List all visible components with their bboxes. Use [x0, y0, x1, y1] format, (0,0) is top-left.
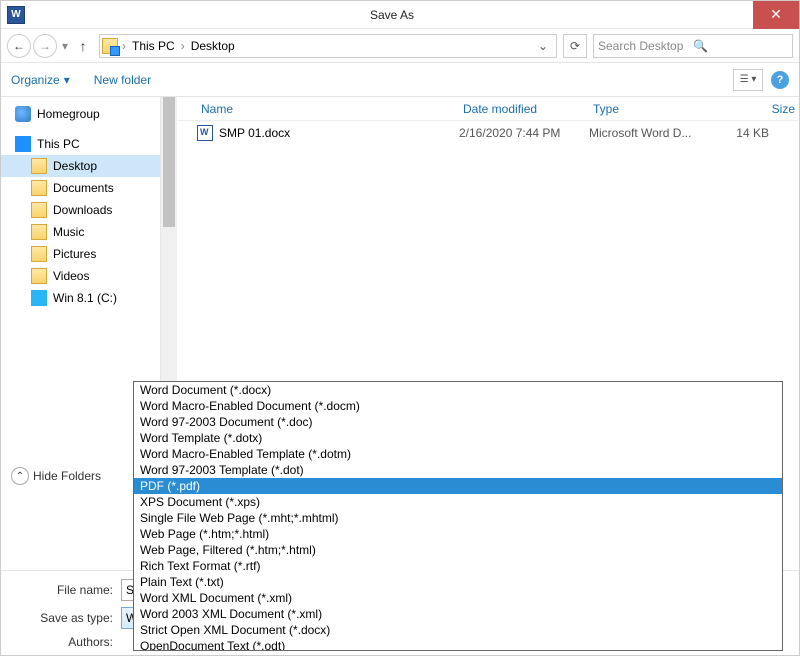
word-app-icon: W	[7, 6, 25, 24]
folder-icon	[31, 158, 47, 174]
folder-icon	[31, 202, 47, 218]
saveastype-dropdown-list[interactable]: Word Document (*.docx)Word Macro-Enabled…	[133, 381, 783, 651]
search-icon: 🔍	[693, 39, 788, 53]
new-folder-button[interactable]: New folder	[94, 73, 151, 87]
sidebar-item-videos[interactable]: Videos	[1, 265, 160, 287]
this-pc-icon	[15, 136, 31, 152]
breadcrumb-this-pc[interactable]: This PC	[128, 39, 179, 53]
authors-label: Authors:	[1, 635, 121, 649]
word-doc-icon	[197, 125, 213, 141]
saveastype-option[interactable]: Word Macro-Enabled Template (*.dotm)	[134, 446, 782, 462]
refresh-button[interactable]: ⟳	[563, 34, 587, 58]
chevron-up-icon: ⌃	[11, 467, 29, 485]
nav-history-dropdown[interactable]: ▾	[59, 39, 71, 53]
file-name: SMP 01.docx	[219, 126, 459, 140]
help-icon[interactable]: ?	[771, 71, 789, 89]
folder-icon	[31, 224, 47, 240]
saveastype-option[interactable]: Word 97-2003 Template (*.dot)	[134, 462, 782, 478]
address-bar[interactable]: › This PC › Desktop ⌄	[99, 34, 557, 58]
navigation-bar: ← → ▾ ↑ › This PC › Desktop ⌄ ⟳ Search D…	[1, 29, 799, 63]
chevron-right-icon[interactable]: ›	[179, 39, 187, 53]
titlebar: W Save As ✕	[1, 1, 799, 29]
saveastype-option[interactable]: Single File Web Page (*.mht;*.mhtml)	[134, 510, 782, 526]
saveastype-option[interactable]: Word XML Document (*.xml)	[134, 590, 782, 606]
file-date: 2/16/2020 7:44 PM	[459, 126, 589, 140]
dialog-toolbar: Organize ▾ New folder ☰ ▾ ?	[1, 63, 799, 97]
saveastype-option[interactable]: OpenDocument Text (*.odt)	[134, 638, 782, 651]
column-header-type[interactable]: Type	[589, 102, 719, 116]
saveastype-label: Save as type:	[1, 611, 121, 625]
column-header-name[interactable]: Name	[197, 102, 459, 116]
file-size: 14 KB	[719, 126, 799, 140]
drive-icon	[31, 290, 47, 306]
close-button[interactable]: ✕	[753, 1, 799, 29]
sidebar-item-this-pc[interactable]: This PC	[1, 133, 160, 155]
saveastype-option[interactable]: Strict Open XML Document (*.docx)	[134, 622, 782, 638]
search-input[interactable]: Search Desktop 🔍	[593, 34, 793, 58]
folder-icon	[31, 246, 47, 262]
sidebar-item-win81[interactable]: Win 8.1 (C:)	[1, 287, 160, 309]
sidebar-item-homegroup[interactable]: Homegroup	[1, 103, 160, 125]
file-type: Microsoft Word D...	[589, 126, 719, 140]
organize-menu[interactable]: Organize ▾	[11, 73, 70, 87]
saveastype-option[interactable]: Web Page (*.htm;*.html)	[134, 526, 782, 542]
column-header-size[interactable]: Size	[719, 102, 799, 116]
folder-icon	[102, 38, 118, 54]
nav-up-button[interactable]: ↑	[73, 38, 93, 54]
chevron-down-icon: ▾	[64, 73, 70, 87]
homegroup-icon	[15, 106, 31, 122]
saveastype-option[interactable]: Word Template (*.dotx)	[134, 430, 782, 446]
sidebar-item-desktop[interactable]: Desktop	[1, 155, 160, 177]
search-placeholder: Search Desktop	[598, 39, 693, 53]
sidebar-item-pictures[interactable]: Pictures	[1, 243, 160, 265]
sidebar-item-downloads[interactable]: Downloads	[1, 199, 160, 221]
file-row[interactable]: SMP 01.docx 2/16/2020 7:44 PM Microsoft …	[177, 121, 799, 145]
nav-back-button[interactable]: ←	[7, 34, 31, 58]
saveastype-option[interactable]: PDF (*.pdf)	[134, 478, 782, 494]
hide-folders-button[interactable]: ⌃ Hide Folders	[11, 467, 101, 485]
folder-icon	[31, 180, 47, 196]
window-title: Save As	[31, 8, 753, 22]
column-headers: Name Date modified Type Size	[177, 97, 799, 121]
folder-icon	[31, 268, 47, 284]
sidebar-item-music[interactable]: Music	[1, 221, 160, 243]
view-options-button[interactable]: ☰ ▾	[733, 69, 763, 91]
scrollbar-thumb[interactable]	[163, 97, 175, 227]
breadcrumb-desktop[interactable]: Desktop	[187, 39, 239, 53]
saveastype-option[interactable]: Word 2003 XML Document (*.xml)	[134, 606, 782, 622]
chevron-right-icon[interactable]: ›	[120, 39, 128, 53]
sidebar-item-documents[interactable]: Documents	[1, 177, 160, 199]
saveastype-option[interactable]: Web Page, Filtered (*.htm;*.html)	[134, 542, 782, 558]
saveastype-option[interactable]: Rich Text Format (*.rtf)	[134, 558, 782, 574]
save-as-dialog: W Save As ✕ ← → ▾ ↑ › This PC › Desktop …	[0, 0, 800, 656]
nav-forward-button[interactable]: →	[33, 34, 57, 58]
address-dropdown[interactable]: ⌄	[532, 39, 554, 53]
saveastype-option[interactable]: Word Macro-Enabled Document (*.docm)	[134, 398, 782, 414]
filename-label: File name:	[1, 583, 121, 597]
saveastype-option[interactable]: Word 97-2003 Document (*.doc)	[134, 414, 782, 430]
saveastype-option[interactable]: Plain Text (*.txt)	[134, 574, 782, 590]
column-header-date[interactable]: Date modified	[459, 102, 589, 116]
saveastype-option[interactable]: Word Document (*.docx)	[134, 382, 782, 398]
saveastype-option[interactable]: XPS Document (*.xps)	[134, 494, 782, 510]
